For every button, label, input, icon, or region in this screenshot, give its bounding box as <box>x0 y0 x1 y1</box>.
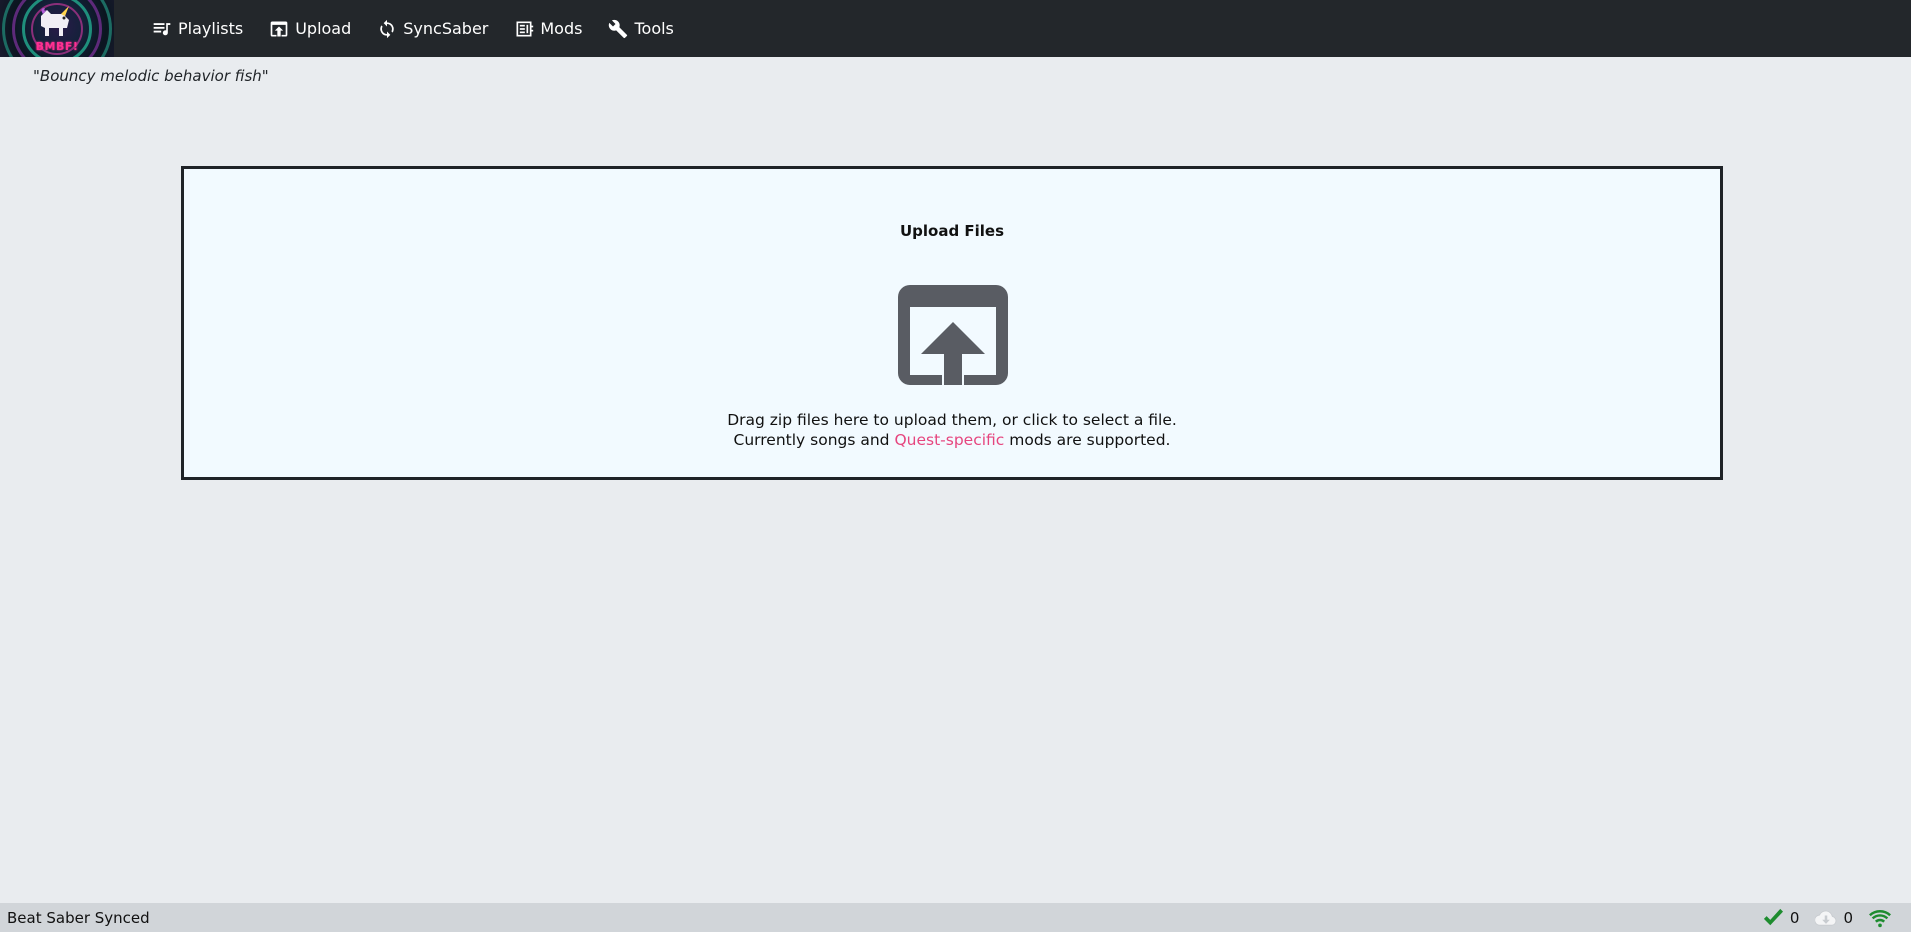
nav-item-label: Upload <box>295 19 352 38</box>
status-bar: Beat Saber Synced 0 0 <box>0 903 1911 932</box>
ok-counter: 0 <box>1762 908 1800 928</box>
cloud-download-icon <box>1815 910 1837 926</box>
mods-icon <box>516 21 534 36</box>
upload-icon <box>898 285 1008 385</box>
upload-dropzone[interactable]: Upload Files Drag zip files here to uplo… <box>181 166 1723 480</box>
nav-item-playlists[interactable]: Playlists <box>152 0 243 57</box>
nav-item-label: SyncSaber <box>403 19 489 38</box>
nav-item-syncsaber[interactable]: SyncSaber <box>377 0 488 57</box>
checkmark-icon <box>1763 908 1783 925</box>
download-counter: 0 <box>1815 908 1853 928</box>
download-count: 0 <box>1843 908 1853 927</box>
nav-item-tools[interactable]: Tools <box>608 0 674 57</box>
quest-specific-link[interactable]: Quest-specific <box>894 431 1004 449</box>
nav-item-label: Playlists <box>178 19 244 38</box>
unicorn-icon <box>41 6 69 36</box>
upload-title: Upload Files <box>899 222 1005 240</box>
upload-instructions: Drag zip files here to upload them, or c… <box>184 410 1720 450</box>
logo-text: BMBF! <box>35 40 79 53</box>
upload-instructions-line1: Drag zip files here to upload them, or c… <box>727 411 1177 429</box>
connection-status <box>1869 908 1897 928</box>
top-navbar: BMBF! Playlists Upload SyncSaber Mods To… <box>0 0 1911 57</box>
nav-item-mods[interactable]: Mods <box>514 0 582 57</box>
nav-item-label: Tools <box>634 19 674 38</box>
bmbf-logo[interactable]: BMBF! <box>0 0 114 57</box>
sync-status-text: Beat Saber Synced <box>7 908 150 927</box>
wrench-icon <box>609 19 628 38</box>
line2-after: mods are supported. <box>1004 431 1171 449</box>
ok-count: 0 <box>1789 908 1800 927</box>
app-tagline: "Bouncy melodic behavior fish" <box>33 67 269 85</box>
nav-item-label: Mods <box>540 19 583 38</box>
line2-before: Currently songs and <box>733 431 895 449</box>
sync-icon <box>380 19 394 38</box>
upload-box-icon <box>270 21 288 36</box>
nav-item-upload[interactable]: Upload <box>269 0 351 57</box>
upload-instructions-line2: Currently songs and Quest-specific mods … <box>184 430 1720 450</box>
wifi-icon <box>1869 909 1891 927</box>
playlist-icon <box>153 22 171 35</box>
